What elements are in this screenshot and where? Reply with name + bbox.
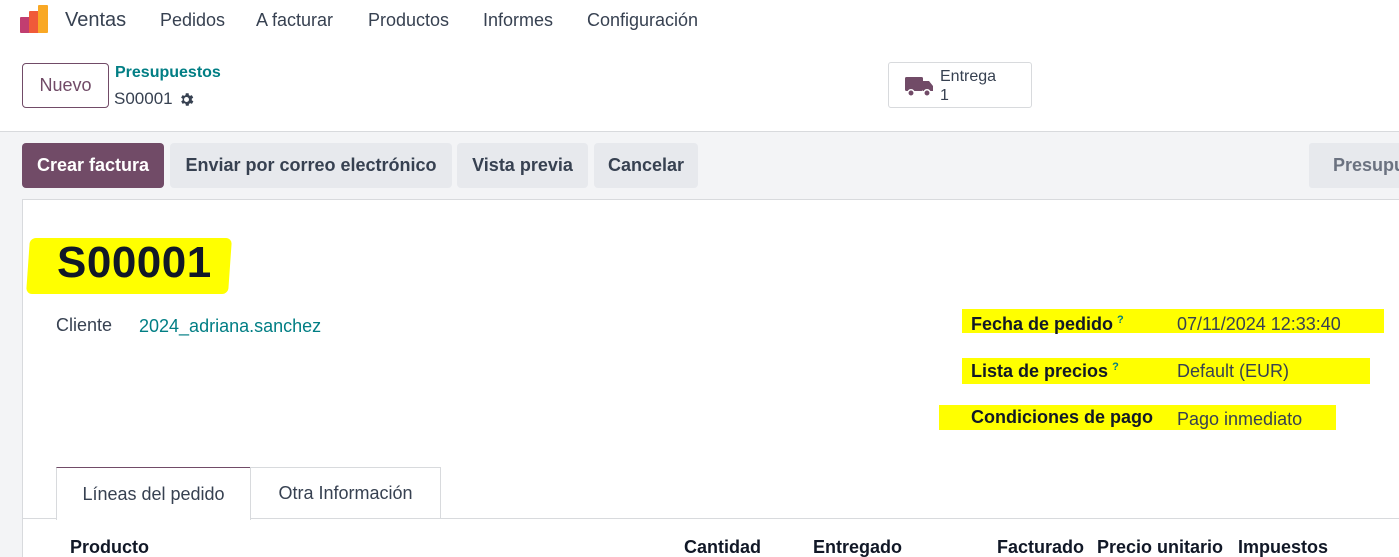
preview-button[interactable]: Vista previa [457, 143, 588, 188]
menu-informes[interactable]: Informes [483, 10, 553, 31]
order-date-label-text: Fecha de pedido [971, 314, 1114, 334]
record-name-text: S00001 [114, 89, 173, 108]
column-header-delivered[interactable]: Entregado [813, 537, 902, 557]
create-invoice-button[interactable]: Crear factura [22, 143, 164, 188]
column-header-taxes[interactable]: Impuestos [1238, 537, 1328, 557]
app-name[interactable]: Ventas [65, 9, 126, 32]
send-email-button[interactable]: Enviar por correo electrónico [170, 143, 452, 188]
delivery-smart-button[interactable]: Entrega 1 [888, 62, 1032, 108]
order-title: S00001 [57, 238, 212, 287]
cancel-button[interactable]: Cancelar [594, 143, 698, 188]
delivery-label: Entrega [940, 68, 997, 85]
payment-terms-field[interactable]: Pago inmediato [1177, 409, 1302, 430]
breadcrumb-current-record: S00001 [114, 89, 195, 109]
pricelist-field[interactable]: Default (EUR) [1177, 361, 1289, 382]
pricelist-label: Lista de precios? [971, 361, 1119, 382]
menu-pedidos[interactable]: Pedidos [160, 10, 225, 31]
customer-field[interactable]: 2024_adriana.sanchez [139, 316, 321, 337]
column-header-quantity[interactable]: Cantidad [684, 537, 761, 557]
gear-icon[interactable] [178, 91, 195, 108]
column-header-unit-price[interactable]: Precio unitario [1097, 537, 1223, 557]
breadcrumb-quotations-link[interactable]: Presupuestos [115, 64, 221, 82]
truck-icon [905, 77, 933, 97]
delivery-count: 1 [940, 87, 949, 104]
column-header-product[interactable]: Producto [70, 537, 149, 557]
pricelist-label-text: Lista de precios [971, 361, 1109, 381]
help-icon[interactable]: ? [1117, 314, 1124, 326]
menu-configuracion[interactable]: Configuración [587, 10, 698, 31]
menu-productos[interactable]: Productos [368, 10, 449, 31]
customer-label: Cliente [56, 315, 113, 335]
tab-other-info[interactable]: Otra Información [250, 467, 441, 519]
tab-order-lines[interactable]: Líneas del pedido [56, 467, 251, 520]
order-date-field[interactable]: 07/11/2024 12:33:40 [1177, 314, 1341, 335]
sales-app-logo-icon[interactable] [20, 5, 50, 35]
column-header-invoiced[interactable]: Facturado [997, 537, 1084, 557]
menu-a-facturar[interactable]: A facturar [256, 10, 333, 31]
top-navbar: Ventas Pedidos A facturar Productos Info… [0, 0, 1399, 42]
order-date-label: Fecha de pedido? [971, 314, 1124, 335]
payment-terms-label: Condiciones de pago [971, 407, 1154, 427]
new-button[interactable]: Nuevo [22, 63, 109, 108]
help-icon[interactable]: ? [1112, 361, 1119, 373]
status-stage-quotation[interactable]: Presupuesto [1309, 143, 1399, 188]
